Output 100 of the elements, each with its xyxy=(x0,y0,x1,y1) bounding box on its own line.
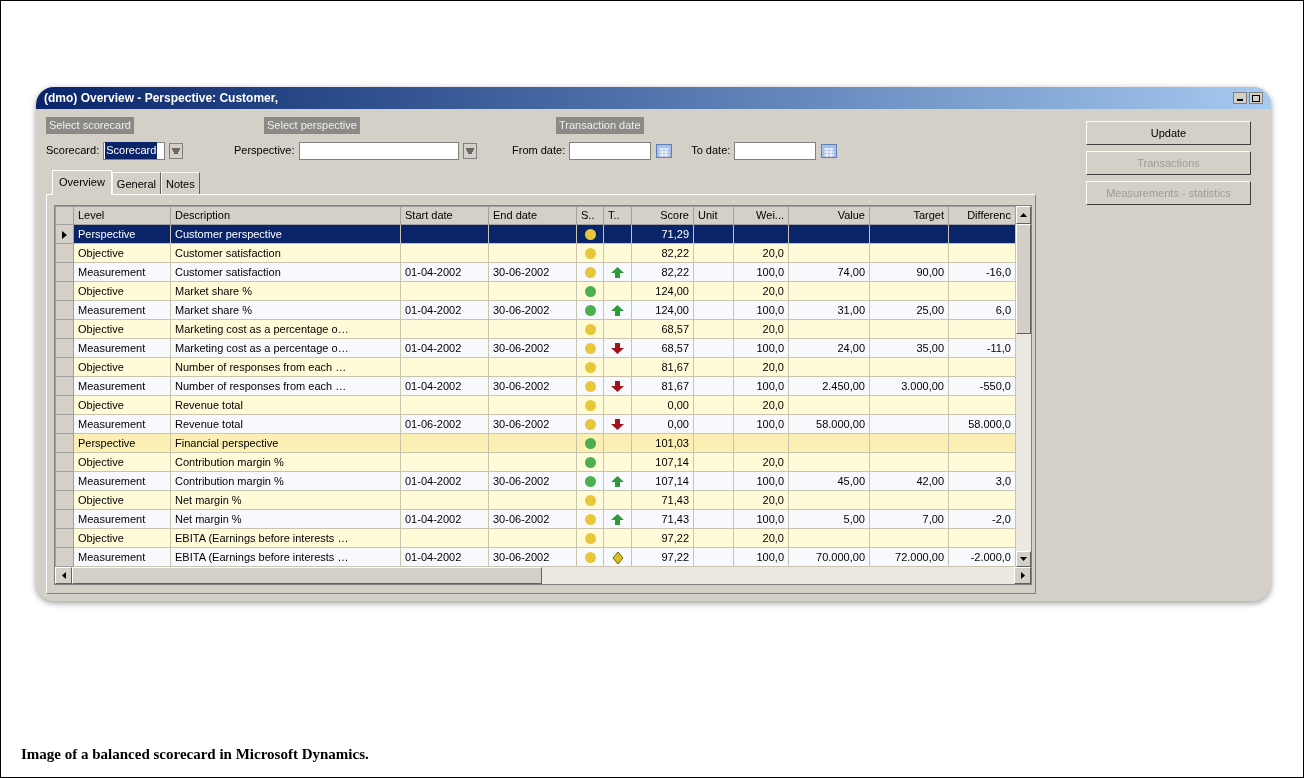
table-cell: Measurement xyxy=(73,300,171,320)
table-cell: 71,43 xyxy=(631,490,694,510)
table-cell: 107,14 xyxy=(631,471,694,491)
column-header[interactable]: Differenc xyxy=(948,206,1016,225)
from-date-field[interactable] xyxy=(569,141,652,160)
column-header[interactable]: Start date xyxy=(400,206,489,225)
table-cell: 97,22 xyxy=(631,547,694,567)
scroll-up-button[interactable] xyxy=(1016,206,1031,224)
trend-cell xyxy=(603,281,632,301)
table-cell: 01-06-2002 xyxy=(400,414,489,434)
trend-cell xyxy=(603,357,632,377)
table-cell xyxy=(693,262,734,282)
window-title: (dmo) Overview - Perspective: Customer, xyxy=(44,90,279,107)
column-header[interactable]: Unit xyxy=(693,206,734,225)
table-cell xyxy=(693,338,734,358)
to-date-field[interactable] xyxy=(734,141,817,160)
table-cell: 5,00 xyxy=(788,509,870,529)
trend-cell xyxy=(603,319,632,339)
table-cell: 30-06-2002 xyxy=(488,471,577,491)
column-header[interactable]: Score xyxy=(631,206,694,225)
table-cell: Objective xyxy=(73,528,171,548)
column-header[interactable]: Target xyxy=(869,206,949,225)
scroll-down-button[interactable] xyxy=(1016,551,1031,567)
table-cell: 30-06-2002 xyxy=(488,376,577,396)
table-cell: 100,0 xyxy=(733,262,789,282)
table-cell: Objective xyxy=(73,281,171,301)
table-cell: 82,22 xyxy=(631,243,694,263)
table-cell: 20,0 xyxy=(733,452,789,472)
lookup-button[interactable] xyxy=(462,142,477,159)
column-header[interactable]: Description xyxy=(170,206,401,225)
minimize-button[interactable] xyxy=(1233,92,1247,104)
table-cell: 68,57 xyxy=(631,319,694,339)
table-cell: 30-06-2002 xyxy=(488,262,577,282)
tab[interactable]: Overview xyxy=(52,169,112,195)
table-cell xyxy=(693,224,734,244)
table-cell: 01-04-2002 xyxy=(400,547,489,567)
table-cell: Objective xyxy=(73,243,171,263)
table-cell: Contribution margin % xyxy=(170,471,401,491)
table-cell: 58.000,00 xyxy=(788,414,870,434)
maximize-icon xyxy=(1252,94,1260,102)
table-cell: Perspective xyxy=(73,433,171,453)
table-cell: Revenue total xyxy=(170,414,401,434)
action-button[interactable]: Update xyxy=(1086,121,1251,145)
table-cell: 82,22 xyxy=(631,262,694,282)
table-cell xyxy=(693,281,734,301)
row-pointer-icon xyxy=(62,230,67,239)
perspective-field[interactable] xyxy=(298,141,459,160)
tab[interactable]: General xyxy=(111,171,161,194)
table-cell: 81,67 xyxy=(631,357,694,377)
table-cell: Measurement xyxy=(73,547,171,567)
table-cell: 97,22 xyxy=(631,528,694,548)
lookup-button[interactable] xyxy=(169,142,184,159)
column-header[interactable]: T.. xyxy=(603,206,632,225)
table-cell: 01-04-2002 xyxy=(400,262,489,282)
tab[interactable]: Notes xyxy=(161,171,200,194)
trend-cell xyxy=(603,490,632,510)
maximize-button[interactable] xyxy=(1249,92,1263,104)
table-cell xyxy=(693,452,734,472)
vertical-scrollbar[interactable] xyxy=(1016,206,1031,567)
table-cell: Objective xyxy=(73,319,171,339)
table-cell: 42,00 xyxy=(869,471,949,491)
table-cell xyxy=(948,357,1016,377)
table-cell xyxy=(693,376,734,396)
table-cell: 30-06-2002 xyxy=(488,414,577,434)
column-header[interactable]: S.. xyxy=(576,206,604,225)
table-cell: 72.000,00 xyxy=(869,547,949,567)
table-cell xyxy=(733,433,789,453)
column-header[interactable]: Value xyxy=(788,206,870,225)
table-cell: 81,67 xyxy=(631,376,694,396)
scorecard-field[interactable]: Scorecard xyxy=(103,141,166,160)
table-cell xyxy=(948,528,1016,548)
table-cell: 01-04-2002 xyxy=(400,376,489,396)
calendar-button[interactable] xyxy=(655,142,674,159)
table-cell xyxy=(693,433,734,453)
scroll-thumb[interactable] xyxy=(72,567,542,584)
table-cell: Market share % xyxy=(170,281,401,301)
calendar-button[interactable] xyxy=(820,142,839,159)
table-cell xyxy=(948,395,1016,415)
field-label: Scorecard: xyxy=(46,143,100,159)
column-header[interactable]: Wei... xyxy=(733,206,789,225)
column-header[interactable]: End date xyxy=(488,206,577,225)
group-label: Select scorecard xyxy=(46,117,134,134)
table-cell: 20,0 xyxy=(733,357,789,377)
column-header[interactable]: Level xyxy=(73,206,171,225)
scroll-right-button[interactable] xyxy=(1014,567,1031,584)
scroll-thumb[interactable] xyxy=(1016,224,1031,334)
table-cell: Objective xyxy=(73,452,171,472)
table-cell xyxy=(693,319,734,339)
table-cell: Measurement xyxy=(73,471,171,491)
horizontal-scrollbar[interactable] xyxy=(55,567,1031,584)
caption: Image of a balanced scorecard in Microsoft Dynamics. xyxy=(21,745,369,764)
trend-cell xyxy=(603,452,632,472)
table-cell xyxy=(948,319,1016,339)
table-cell: 20,0 xyxy=(733,395,789,415)
scroll-left-button[interactable] xyxy=(55,567,72,584)
table-cell: Customer satisfaction xyxy=(170,243,401,263)
table-cell: 01-04-2002 xyxy=(400,338,489,358)
table-cell: 25,00 xyxy=(869,300,949,320)
trend-cell xyxy=(603,224,632,244)
caret-up-icon xyxy=(1020,213,1027,217)
